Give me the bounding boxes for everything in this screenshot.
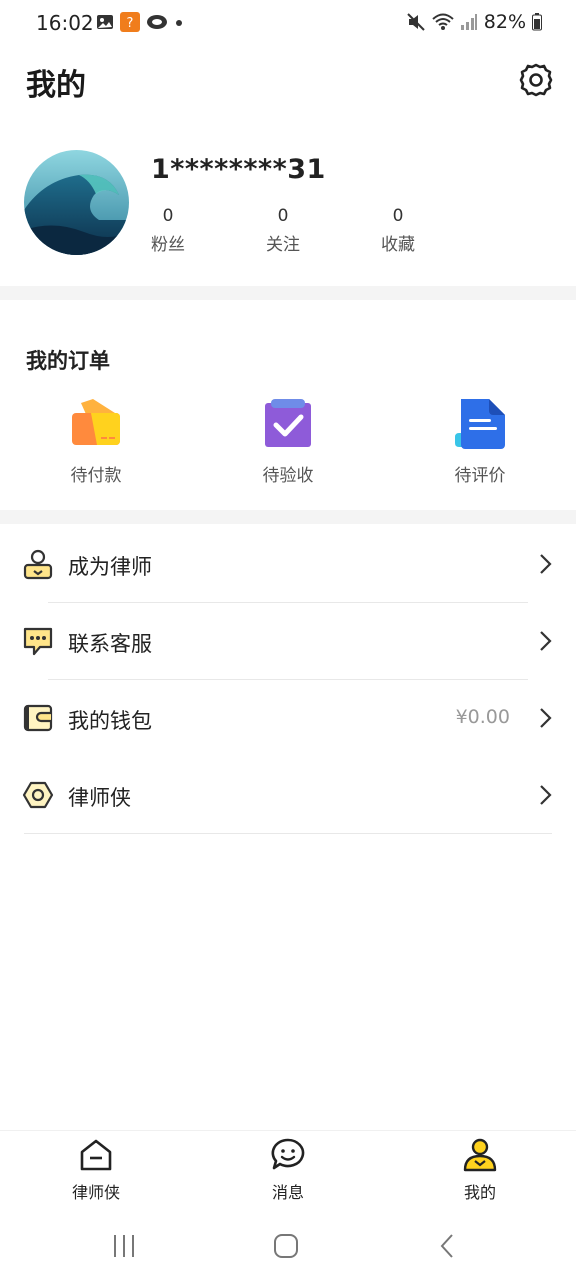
chevron-right-icon	[540, 708, 552, 728]
menu-label: 律师侠	[68, 786, 131, 810]
bottom-nav: 律师侠 消息 我的	[0, 1130, 576, 1210]
stat-value: 0	[277, 206, 289, 226]
stat-value: 0	[162, 206, 174, 226]
order-pending-acceptance[interactable]: 待验收	[233, 397, 343, 486]
dot-icon	[176, 20, 182, 26]
mute-icon	[407, 13, 425, 31]
menu-label: 我的钱包	[68, 709, 152, 733]
page-title: 我的	[26, 68, 86, 103]
nav-tab-profile[interactable]: 我的	[430, 1137, 530, 1203]
menu-my-wallet[interactable]: 我的钱包 ¥0.00	[0, 680, 576, 757]
notification-icons: ?	[96, 12, 184, 32]
wallet-balance: ¥0.00	[455, 706, 510, 728]
chevron-right-icon	[540, 554, 552, 574]
profile-icon	[463, 1138, 497, 1172]
menu-separator	[24, 833, 552, 834]
card-icon	[72, 399, 120, 445]
avatar[interactable]	[24, 150, 129, 255]
menu-label: 成为律师	[68, 555, 152, 579]
status-time: 16:02	[36, 11, 94, 35]
wifi-icon	[432, 13, 454, 30]
order-label: 待验收	[262, 466, 314, 486]
signal-icon	[460, 14, 477, 30]
nav-label: 律师侠	[71, 1183, 120, 1202]
stat-fans[interactable]: 0 粉丝	[128, 206, 208, 255]
message-smile-icon	[271, 1138, 305, 1170]
home-icon	[80, 1139, 112, 1171]
nav-tab-messages[interactable]: 消息	[238, 1137, 338, 1203]
settings-button[interactable]	[516, 60, 556, 100]
back-button[interactable]	[438, 1233, 456, 1259]
status-bar: 16:02 ? 82%	[0, 0, 576, 48]
wave-avatar-image	[24, 150, 129, 255]
chevron-right-icon	[540, 631, 552, 651]
order-pending-review[interactable]: 待评价	[425, 397, 535, 486]
wallet-icon	[23, 704, 53, 732]
menu-lawyer-hero[interactable]: 律师侠	[0, 757, 576, 834]
menu-contact-support[interactable]: 联系客服	[0, 603, 576, 680]
stat-label: 关注	[266, 235, 300, 255]
stat-following[interactable]: 0 关注	[243, 206, 323, 255]
nav-label: 消息	[271, 1183, 304, 1202]
clipboard-check-icon	[265, 399, 311, 447]
stat-label: 收藏	[381, 235, 415, 255]
battery-percent: 82%	[483, 11, 526, 33]
document-icon	[455, 399, 505, 449]
stat-label: 粉丝	[151, 235, 185, 255]
username: 1********31	[151, 154, 326, 185]
menu-label: 联系客服	[68, 632, 152, 656]
order-label: 待付款	[70, 466, 122, 486]
system-status-icons: 82%	[406, 11, 542, 33]
chat-dots-icon	[23, 627, 53, 656]
orders-section-title: 我的订单	[26, 349, 110, 373]
hexagon-icon	[22, 781, 54, 809]
nav-label: 我的	[463, 1183, 496, 1202]
person-badge-icon	[23, 549, 53, 580]
chevron-right-icon	[540, 785, 552, 805]
gear-icon	[519, 63, 553, 97]
app-notification-icon: ?	[120, 12, 140, 32]
order-label: 待评价	[454, 466, 506, 486]
stat-favorites[interactable]: 0 收藏	[358, 206, 438, 255]
stat-value: 0	[392, 206, 404, 226]
order-pending-payment[interactable]: 待付款	[41, 397, 151, 486]
cloud-icon	[147, 15, 167, 29]
recent-apps-button[interactable]	[112, 1233, 136, 1259]
section-divider	[0, 510, 576, 524]
section-divider	[0, 286, 576, 300]
battery-icon	[532, 13, 542, 31]
nav-tab-home[interactable]: 律师侠	[46, 1137, 146, 1203]
gallery-icon	[97, 15, 113, 29]
svg-text:?: ?	[127, 16, 134, 31]
system-navigation-bar	[0, 1212, 576, 1280]
home-button[interactable]	[273, 1233, 299, 1259]
menu-become-lawyer[interactable]: 成为律师	[0, 526, 576, 603]
